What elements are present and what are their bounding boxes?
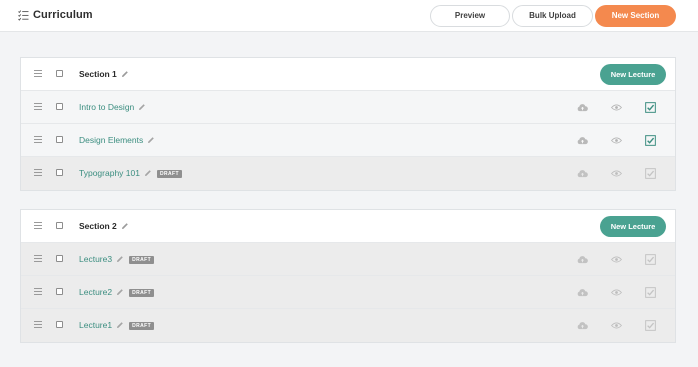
section-title: Section 2 (79, 221, 129, 231)
lecture-title[interactable]: Typography 101 DRAFT (79, 168, 182, 178)
lecture-checkbox[interactable] (56, 136, 63, 143)
pencil-icon[interactable] (116, 321, 124, 329)
lecture-title[interactable]: Intro to Design (79, 102, 146, 112)
section-title-text: Section 1 (79, 69, 117, 79)
cloud-upload-icon[interactable] (577, 254, 588, 265)
lecture-row: Lecture2 DRAFT (21, 276, 675, 309)
section-card: Section 2 New Lecture Lecture3 DRAFT Lect… (20, 209, 676, 343)
pencil-icon[interactable] (144, 169, 152, 177)
eye-icon[interactable] (611, 287, 622, 298)
lecture-title[interactable]: Lecture3 DRAFT (79, 254, 155, 264)
top-bar: Curriculum Preview Bulk Upload New Secti… (0, 0, 698, 32)
page-title: Curriculum (33, 9, 93, 21)
bulk-upload-button[interactable]: Bulk Upload (512, 5, 593, 27)
publish-check-icon[interactable] (645, 287, 656, 298)
cloud-upload-icon[interactable] (577, 320, 588, 331)
section-card: Section 1 New Lecture Intro to Design De… (20, 57, 676, 191)
publish-check-icon[interactable] (645, 168, 656, 179)
lecture-title[interactable]: Lecture2 DRAFT (79, 287, 155, 297)
cloud-upload-icon[interactable] (577, 287, 588, 298)
lecture-title-text[interactable]: Lecture1 (79, 320, 112, 330)
publish-check-icon[interactable] (645, 320, 656, 331)
pencil-icon[interactable] (116, 288, 124, 296)
section-header: Section 1 New Lecture (21, 58, 675, 91)
publish-check-icon[interactable] (645, 135, 656, 146)
lecture-row: Typography 101 DRAFT (21, 157, 675, 190)
eye-icon[interactable] (611, 102, 622, 113)
draft-badge: DRAFT (129, 322, 155, 330)
section-title: Section 1 (79, 69, 129, 79)
drag-handle-icon[interactable] (34, 103, 42, 111)
draft-badge: DRAFT (156, 170, 182, 178)
pencil-icon[interactable] (121, 222, 129, 230)
section-checkbox[interactable] (56, 222, 63, 229)
lecture-checkbox[interactable] (56, 169, 63, 176)
curriculum-list-icon (18, 10, 29, 21)
lecture-row: Lecture3 DRAFT (21, 243, 675, 276)
lecture-title-text[interactable]: Intro to Design (79, 102, 134, 112)
eye-icon[interactable] (611, 135, 622, 146)
preview-button[interactable]: Preview (430, 5, 510, 27)
lecture-title-text[interactable]: Typography 101 (79, 168, 140, 178)
eye-icon[interactable] (611, 320, 622, 331)
eye-icon[interactable] (611, 168, 622, 179)
new-section-button[interactable]: New Section (595, 5, 676, 27)
drag-handle-icon[interactable] (34, 70, 42, 78)
pencil-icon[interactable] (121, 70, 129, 78)
drag-handle-icon[interactable] (34, 169, 42, 177)
eye-icon[interactable] (611, 254, 622, 265)
section-title-text: Section 2 (79, 221, 117, 231)
publish-check-icon[interactable] (645, 254, 656, 265)
section-header: Section 2 New Lecture (21, 210, 675, 243)
lecture-checkbox[interactable] (56, 255, 63, 262)
draft-badge: DRAFT (129, 256, 155, 264)
new-lecture-button[interactable]: New Lecture (600, 64, 666, 85)
pencil-icon[interactable] (138, 103, 146, 111)
lecture-checkbox[interactable] (56, 288, 63, 295)
lecture-row: Lecture1 DRAFT (21, 309, 675, 342)
lecture-title-text[interactable]: Design Elements (79, 135, 143, 145)
lecture-title-text[interactable]: Lecture2 (79, 287, 112, 297)
drag-handle-icon[interactable] (34, 288, 42, 296)
pencil-icon[interactable] (116, 255, 124, 263)
lecture-title[interactable]: Lecture1 DRAFT (79, 320, 155, 330)
lecture-row: Intro to Design (21, 91, 675, 124)
cloud-upload-icon[interactable] (577, 102, 588, 113)
lecture-checkbox[interactable] (56, 103, 63, 110)
publish-check-icon[interactable] (645, 102, 656, 113)
lecture-checkbox[interactable] (56, 321, 63, 328)
drag-handle-icon[interactable] (34, 321, 42, 329)
drag-handle-icon[interactable] (34, 136, 42, 144)
section-checkbox[interactable] (56, 70, 63, 77)
new-lecture-button[interactable]: New Lecture (600, 216, 666, 237)
lecture-title[interactable]: Design Elements (79, 135, 155, 145)
pencil-icon[interactable] (147, 136, 155, 144)
drag-handle-icon[interactable] (34, 255, 42, 263)
cloud-upload-icon[interactable] (577, 168, 588, 179)
lecture-title-text[interactable]: Lecture3 (79, 254, 112, 264)
lecture-row: Design Elements (21, 124, 675, 157)
drag-handle-icon[interactable] (34, 222, 42, 230)
cloud-upload-icon[interactable] (577, 135, 588, 146)
draft-badge: DRAFT (129, 289, 155, 297)
